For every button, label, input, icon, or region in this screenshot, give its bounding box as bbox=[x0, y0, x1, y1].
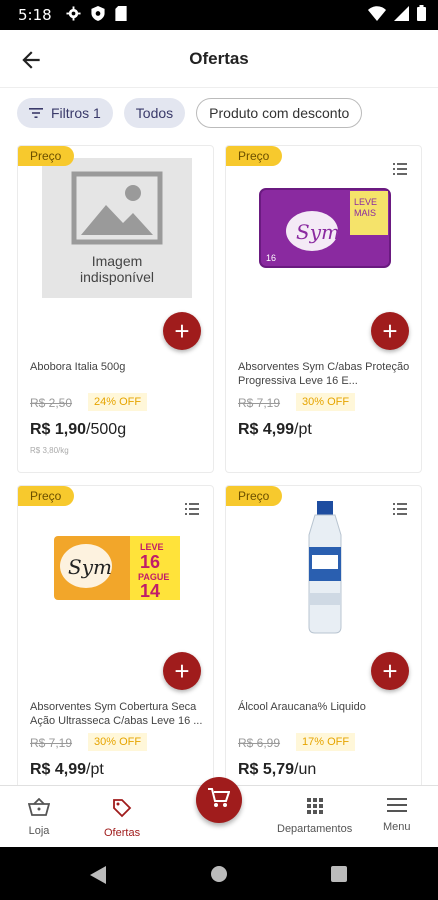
product-card[interactable]: Sym LEVE MAIS 16 Preço + Absorventes Sym… bbox=[225, 145, 422, 473]
svg-text:Sym: Sym bbox=[296, 220, 340, 244]
product-image bbox=[250, 498, 400, 638]
product-image-placeholder: Imagem indisponível bbox=[42, 158, 192, 298]
product-image: Sym LEVE 16 PAGUE 14 bbox=[42, 498, 192, 638]
add-to-cart-button[interactable]: + bbox=[371, 652, 409, 690]
discount-badge: 30% OFF bbox=[88, 733, 148, 751]
sym-ultrasseca-pack-image: Sym LEVE 16 PAGUE 14 bbox=[54, 536, 180, 601]
signal-icon bbox=[394, 5, 409, 25]
cart-icon bbox=[208, 787, 231, 813]
battery-icon bbox=[417, 5, 426, 25]
filter-chips: Filtros 1 Todos Produto com desconto bbox=[17, 98, 363, 128]
app-bar: Ofertas bbox=[0, 30, 438, 88]
product-image: Sym LEVE MAIS 16 bbox=[250, 158, 400, 298]
desconto-label: Produto com desconto bbox=[209, 105, 350, 121]
shield-icon bbox=[91, 5, 105, 25]
price-value: R$ 4,99 bbox=[238, 421, 295, 438]
price-value: R$ 5,79 bbox=[238, 761, 295, 778]
price-tag: Preço bbox=[18, 486, 74, 506]
old-price: R$ 7,19 bbox=[30, 736, 73, 750]
system-back-icon[interactable] bbox=[90, 866, 106, 889]
svg-text:16: 16 bbox=[140, 552, 160, 572]
system-nav-bar bbox=[0, 847, 438, 900]
basket-icon bbox=[27, 797, 51, 819]
cart-button[interactable] bbox=[196, 777, 242, 823]
product-name: Absorventes Sym C/abas Proteção Progress… bbox=[238, 361, 410, 387]
price-unit: /pt bbox=[294, 421, 312, 438]
list-menu-icon[interactable] bbox=[393, 502, 407, 515]
current-price: R$ 4,99/pt bbox=[238, 421, 312, 439]
status-time: 5:18 bbox=[18, 6, 52, 24]
filtros-label: Filtros 1 bbox=[51, 105, 101, 121]
price-value: R$ 4,99 bbox=[30, 761, 87, 778]
nav-menu-label: Menu bbox=[383, 821, 411, 833]
svg-text:MAIS: MAIS bbox=[354, 208, 376, 218]
svg-text:LEVE: LEVE bbox=[140, 542, 164, 552]
alcohol-bottle-image bbox=[308, 501, 342, 634]
filtros-chip[interactable]: Filtros 1 bbox=[17, 98, 113, 128]
price-unit: /500g bbox=[86, 421, 127, 438]
price-unit: /un bbox=[294, 761, 317, 778]
unit-price: R$ 3,80/kg bbox=[30, 446, 69, 455]
wifi-icon bbox=[368, 5, 386, 25]
grid-icon bbox=[277, 798, 352, 817]
price-unit: /pt bbox=[86, 761, 104, 778]
gear-icon bbox=[66, 5, 81, 25]
nav-loja-label: Loja bbox=[28, 825, 50, 837]
nav-departamentos[interactable]: Departamentos bbox=[277, 798, 352, 835]
svg-text:16: 16 bbox=[266, 253, 276, 263]
current-price: R$ 5,79/un bbox=[238, 761, 316, 779]
add-to-cart-button[interactable]: + bbox=[163, 652, 201, 690]
image-unavailable-line1: Imagem bbox=[91, 253, 143, 269]
product-card[interactable]: Imagem indisponível Preço + Abobora Ital… bbox=[17, 145, 214, 473]
price-tag: Preço bbox=[226, 146, 282, 166]
list-menu-icon[interactable] bbox=[185, 502, 199, 515]
discount-badge: 24% OFF bbox=[88, 393, 148, 411]
nav-ofertas[interactable]: Ofertas bbox=[87, 798, 157, 855]
add-to-cart-button[interactable]: + bbox=[371, 312, 409, 350]
status-bar: 5:18 bbox=[0, 0, 438, 30]
nav-ofertas-label: Ofertas bbox=[104, 827, 141, 839]
discount-badge: 30% OFF bbox=[296, 393, 356, 411]
svg-text:Sym: Sym bbox=[68, 555, 112, 579]
desconto-chip[interactable]: Produto com desconto bbox=[196, 98, 363, 128]
nav-menu[interactable]: Menu bbox=[383, 798, 411, 833]
discount-badge: 17% OFF bbox=[296, 733, 356, 751]
add-to-cart-button[interactable]: + bbox=[163, 312, 201, 350]
image-placeholder-icon bbox=[71, 171, 163, 245]
product-card[interactable]: Sym LEVE 16 PAGUE 14 Preço + Absorventes… bbox=[17, 485, 214, 813]
product-name: Absorventes Sym Cobertura Seca Ação Ultr… bbox=[30, 701, 203, 727]
filter-icon bbox=[29, 105, 43, 121]
hamburger-icon bbox=[383, 798, 411, 815]
product-name: Álcool Araucana% Liquido bbox=[238, 701, 366, 713]
back-arrow-icon[interactable] bbox=[18, 47, 44, 73]
product-card[interactable]: Preço + Álcool Araucana% Liquido R$ 6,99… bbox=[225, 485, 422, 813]
svg-text:14: 14 bbox=[140, 581, 160, 601]
tag-icon bbox=[104, 798, 140, 821]
old-price: R$ 2,50 bbox=[30, 396, 73, 410]
price-tag: Preço bbox=[18, 146, 74, 166]
old-price: R$ 6,99 bbox=[238, 736, 281, 750]
sd-card-icon bbox=[115, 5, 127, 25]
system-home-icon[interactable] bbox=[211, 866, 227, 887]
system-recents-icon[interactable] bbox=[331, 866, 347, 887]
current-price: R$ 1,90/500g bbox=[30, 421, 126, 439]
nav-departamentos-label: Departamentos bbox=[277, 823, 353, 835]
old-price: R$ 7,19 bbox=[238, 396, 281, 410]
todos-chip[interactable]: Todos bbox=[123, 98, 186, 128]
sym-pack-image: Sym LEVE MAIS 16 bbox=[259, 188, 391, 268]
image-unavailable-line2: indisponível bbox=[80, 269, 154, 285]
current-price: R$ 4,99/pt bbox=[30, 761, 104, 779]
list-menu-icon[interactable] bbox=[393, 162, 407, 175]
page-title: Ofertas bbox=[189, 48, 249, 68]
price-tag: Preço bbox=[226, 486, 282, 506]
nav-loja[interactable]: Loja bbox=[27, 797, 51, 837]
price-value: R$ 1,90 bbox=[30, 421, 87, 438]
todos-label: Todos bbox=[135, 105, 174, 121]
svg-text:LEVE: LEVE bbox=[354, 197, 377, 207]
product-name: Abobora Italia 500g bbox=[30, 361, 126, 373]
